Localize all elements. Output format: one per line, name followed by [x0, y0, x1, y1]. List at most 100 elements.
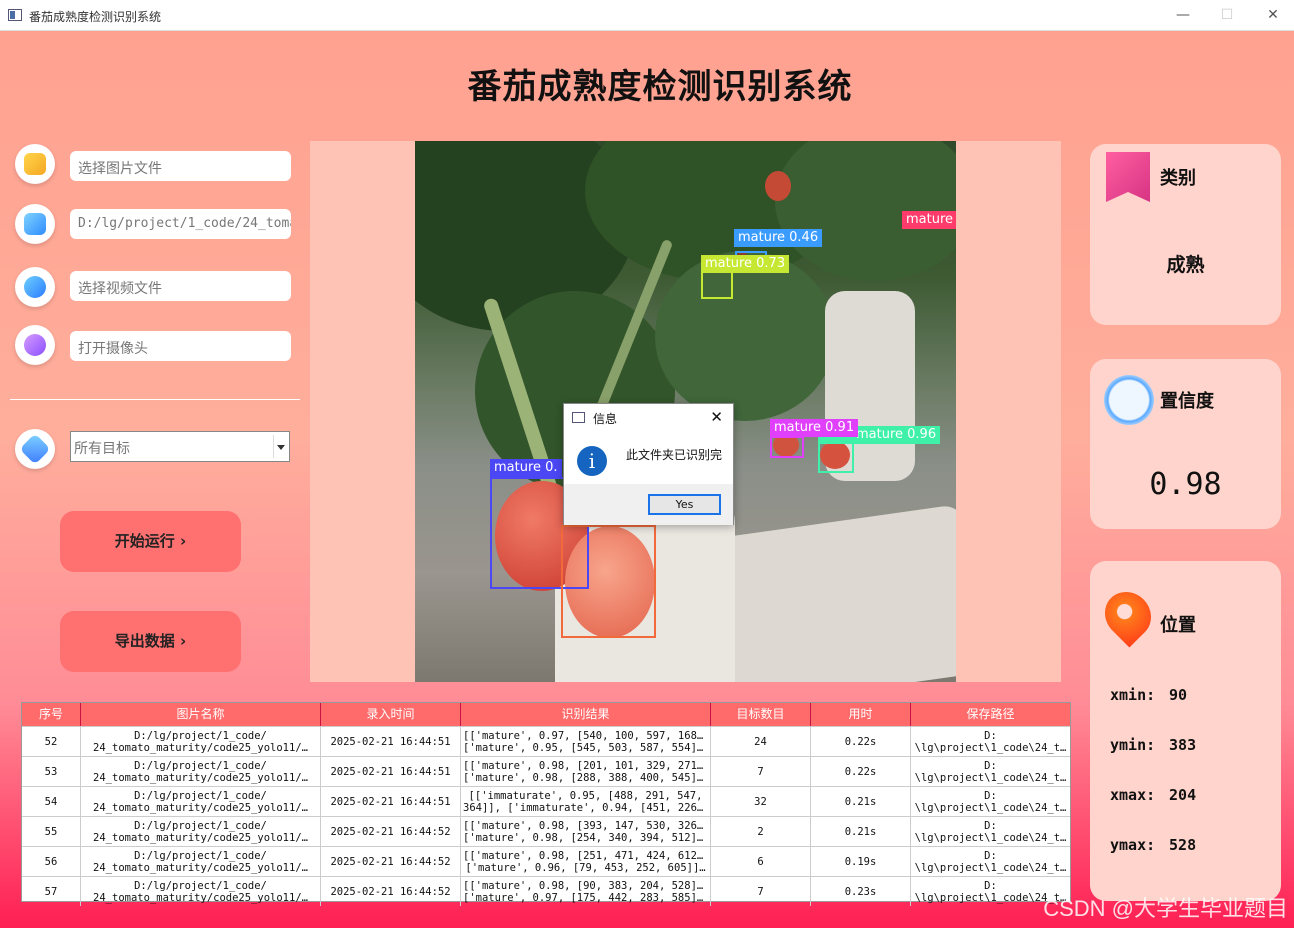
image-name-text: 24_tomato_maturity/code25_yolo11/… [93, 892, 308, 904]
elapsed-time-cell[interactable]: 0.22s [811, 727, 911, 756]
video-file-input[interactable]: 选择视频文件 [70, 271, 291, 301]
table-row[interactable]: 52 D:/lg/project/1_code/24_tomato_maturit… [22, 726, 1070, 756]
image-name-cell[interactable]: D:/lg/project/1_code/24_tomato_maturity/… [81, 727, 321, 756]
row-index-cell[interactable]: 56 [22, 847, 81, 876]
entry-time-cell[interactable]: 2025-02-21 16:44:51 [321, 787, 461, 816]
column-header[interactable]: 保存路径 [911, 703, 1070, 726]
entry-time-cell[interactable]: 2025-02-21 16:44:52 [321, 817, 461, 846]
detection-result-cell[interactable]: [['mature', 0.98, [201, 101, 329, 271]],… [461, 757, 711, 786]
entry-time-cell[interactable]: 2025-02-21 16:44:52 [321, 877, 461, 906]
entry-time-text: 2025-02-21 16:44:52 [330, 826, 451, 838]
detection-label: mature [902, 211, 956, 229]
table-row[interactable]: 54 D:/lg/project/1_code/24_tomato_maturit… [22, 786, 1070, 816]
image-name-cell[interactable]: D:/lg/project/1_code/24_tomato_maturity/… [81, 757, 321, 786]
elapsed-time-cell[interactable]: 0.19s [811, 847, 911, 876]
close-button[interactable]: ✕ [1258, 4, 1288, 26]
xmax-value: 204 [1169, 786, 1197, 804]
save-path-cell[interactable]: D: \lg\project\1_code\24_t… [911, 727, 1070, 756]
maximize-button[interactable]: ☐ [1212, 4, 1242, 26]
target-count-cell[interactable]: 7 [711, 877, 811, 906]
video-file-icon[interactable] [15, 267, 55, 307]
table-row[interactable]: 57 D:/lg/project/1_code/24_tomato_maturit… [22, 876, 1070, 906]
column-header[interactable]: 用时 [811, 703, 911, 726]
image-file-input[interactable]: 选择图片文件 [70, 151, 291, 181]
results-table[interactable]: 序号 图片名称 录入时间 识别结果 目标数目 用时 保存路径 52 D:/lg/p… [21, 702, 1071, 906]
save-path-text: D: [984, 850, 997, 862]
xmin-value: 90 [1169, 686, 1188, 704]
save-path-text: \lg\project\1_code\24_t… [914, 772, 1067, 784]
detection-result-text: [['mature', 0.98, [201, 101, 329, 271]], [463, 760, 710, 772]
location-pin-icon [1095, 582, 1161, 648]
save-path-cell[interactable]: D: \lg\project\1_code\24_t… [911, 817, 1070, 846]
entry-time-text: 2025-02-21 16:44:51 [330, 796, 451, 808]
detection-box [770, 436, 804, 458]
image-name-text: D:/lg/project/1_code/ [134, 850, 267, 862]
detection-result-cell[interactable]: [['mature', 0.98, [251, 471, 424, 612]],… [461, 847, 711, 876]
confidence-card: 置信度 0.98 [1090, 359, 1281, 529]
folder-path-input[interactable]: D:/lg/project/1_code/24_tomato_maturity/… [70, 209, 291, 239]
elapsed-time-text: 0.23s [844, 886, 877, 898]
entry-time-text: 2025-02-21 16:44:51 [330, 766, 451, 778]
table-row[interactable]: 53 D:/lg/project/1_code/24_tomato_maturit… [22, 756, 1070, 786]
image-name-cell[interactable]: D:/lg/project/1_code/24_tomato_maturity/… [81, 787, 321, 816]
target-count-cell[interactable]: 32 [711, 787, 811, 816]
folder-icon[interactable] [15, 204, 55, 244]
detection-result-cell[interactable]: [['mature', 0.98, [393, 147, 530, 326]],… [461, 817, 711, 846]
table-row[interactable]: 56 D:/lg/project/1_code/24_tomato_maturit… [22, 846, 1070, 876]
detection-result-cell[interactable]: [['mature', 0.98, [90, 383, 204, 528]],[… [461, 877, 711, 906]
target-count-text: 24 [754, 736, 767, 748]
row-index-cell[interactable]: 57 [22, 877, 81, 906]
entry-time-text: 2025-02-21 16:44:52 [330, 856, 451, 868]
elapsed-time-text: 0.19s [844, 856, 877, 868]
elapsed-time-cell[interactable]: 0.21s [811, 787, 911, 816]
xmin-label: xmin: [1110, 686, 1156, 704]
row-index-text: 53 [44, 766, 58, 778]
yes-button[interactable]: Yes [648, 494, 721, 515]
export-data-button[interactable]: 导出数据 › [60, 611, 241, 672]
elapsed-time-cell[interactable]: 0.22s [811, 757, 911, 786]
detection-result-cell[interactable]: [['mature', 0.97, [540, 100, 597, 168]],… [461, 727, 711, 756]
row-index-cell[interactable]: 55 [22, 817, 81, 846]
elapsed-time-cell[interactable]: 0.21s [811, 817, 911, 846]
save-path-cell[interactable]: D: \lg\project\1_code\24_t… [911, 757, 1070, 786]
entry-time-cell[interactable]: 2025-02-21 16:44:51 [321, 757, 461, 786]
detection-result-text: [['mature', 0.98, [90, 383, 204, 528]], [463, 880, 710, 892]
detection-label: mature 0.46 [734, 229, 823, 247]
target-count-cell[interactable]: 6 [711, 847, 811, 876]
row-index-cell[interactable]: 53 [22, 757, 81, 786]
target-select-value: 所有目标 [74, 441, 130, 457]
camera-icon[interactable] [15, 325, 55, 365]
image-name-cell[interactable]: D:/lg/project/1_code/24_tomato_maturity/… [81, 847, 321, 876]
column-header[interactable]: 目标数目 [711, 703, 811, 726]
entry-time-cell[interactable]: 2025-02-21 16:44:51 [321, 727, 461, 756]
row-index-cell[interactable]: 52 [22, 727, 81, 756]
save-path-cell[interactable]: D: \lg\project\1_code\24_t… [911, 847, 1070, 876]
target-count-text: 7 [757, 766, 764, 778]
gauge-icon [1104, 375, 1154, 425]
target-select[interactable]: 所有目标 [70, 431, 290, 462]
image-file-icon[interactable] [15, 144, 55, 184]
target-count-cell[interactable]: 24 [711, 727, 811, 756]
target-count-cell[interactable]: 7 [711, 757, 811, 786]
column-header[interactable]: 录入时间 [321, 703, 461, 726]
entry-time-cell[interactable]: 2025-02-21 16:44:52 [321, 847, 461, 876]
row-index-text: 56 [44, 856, 58, 868]
chevron-down-icon[interactable] [273, 435, 287, 458]
target-count-text: 32 [754, 796, 767, 808]
dialog-close-icon[interactable]: ✕ [710, 408, 723, 426]
target-count-cell[interactable]: 2 [711, 817, 811, 846]
row-index-cell[interactable]: 54 [22, 787, 81, 816]
save-path-text: \lg\project\1_code\24_t… [914, 742, 1067, 754]
column-header[interactable]: 识别结果 [461, 703, 711, 726]
image-name-cell[interactable]: D:/lg/project/1_code/24_tomato_maturity/… [81, 817, 321, 846]
image-name-cell[interactable]: D:/lg/project/1_code/24_tomato_maturity/… [81, 877, 321, 906]
table-row[interactable]: 55 D:/lg/project/1_code/24_tomato_maturit… [22, 816, 1070, 846]
start-run-button[interactable]: 开始运行 › [60, 511, 241, 572]
save-path-cell[interactable]: D: \lg\project\1_code\24_t… [911, 787, 1070, 816]
column-header[interactable]: 图片名称 [81, 703, 321, 726]
minimize-button[interactable]: — [1168, 4, 1198, 26]
camera-input[interactable]: 打开摄像头 [70, 331, 291, 361]
elapsed-time-cell[interactable]: 0.23s [811, 877, 911, 906]
column-header[interactable]: 序号 [22, 703, 81, 726]
detection-result-cell[interactable]: [['immaturate', 0.95, [488, 291, 547, 364… [461, 787, 711, 816]
